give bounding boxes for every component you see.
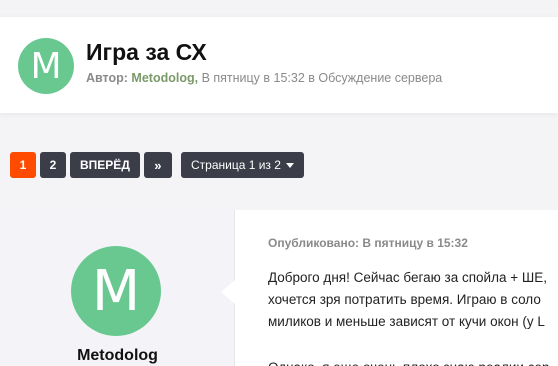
topic-author-link[interactable]: Metodolog, [131, 71, 198, 85]
post-body: Опубликовано: В пятницу в 15:32 Доброго … [268, 210, 558, 366]
page-2-button[interactable]: 2 [40, 152, 66, 178]
last-page-button[interactable]: » [143, 152, 172, 178]
caret-down-icon [285, 162, 294, 168]
pagination: 1 2 ВПЕРЁД » [10, 152, 172, 178]
meta-prefix: Автор: [86, 71, 128, 85]
next-page-button[interactable]: ВПЕРЁД [70, 152, 140, 178]
topic-title: Игра за СХ [86, 39, 207, 65]
topic-meta: Автор: Metodolog, В пятницу в 15:32 в Об… [86, 71, 442, 85]
topic-author-avatar[interactable]: M [18, 38, 74, 94]
page-1-button[interactable]: 1 [10, 152, 36, 178]
post-paragraph: Доброго дня! Сейчас бегаю за спойла + ШЕ… [268, 267, 558, 333]
post-paragraph-2: Однако, я еще очень плохо знаю реалии се… [268, 357, 549, 366]
post-line: Доброго дня! Сейчас бегаю за спойла + ШЕ… [268, 270, 547, 285]
post-line: миликов и меньше зависят от кучи окон (у… [268, 314, 545, 329]
post-published-date: Опубликовано: В пятницу в 15:32 [268, 236, 468, 250]
post-pointer-arrow [221, 280, 235, 304]
page-jump-dropdown[interactable]: Страница 1 из 2 [181, 152, 304, 178]
post-line: хочется зря потратить время. Играю в сол… [268, 292, 541, 307]
post-author-avatar[interactable]: M [71, 246, 161, 336]
post-author-panel: M Metodolog [0, 210, 235, 366]
meta-in: в [308, 71, 315, 85]
page-jump-label: Страница 1 из 2 [191, 158, 281, 172]
post: M Metodolog Опубликовано: В пятницу в 15… [0, 210, 558, 366]
topic-date: В пятницу в 15:32 [201, 71, 305, 85]
topic-header: M Игра за СХ Автор: Metodolog, В пятницу… [0, 17, 558, 113]
forum-link[interactable]: Обсуждение сервера [318, 71, 442, 85]
post-author-name[interactable]: Metodolog [0, 347, 235, 365]
double-chevron-right-icon: » [154, 157, 162, 173]
